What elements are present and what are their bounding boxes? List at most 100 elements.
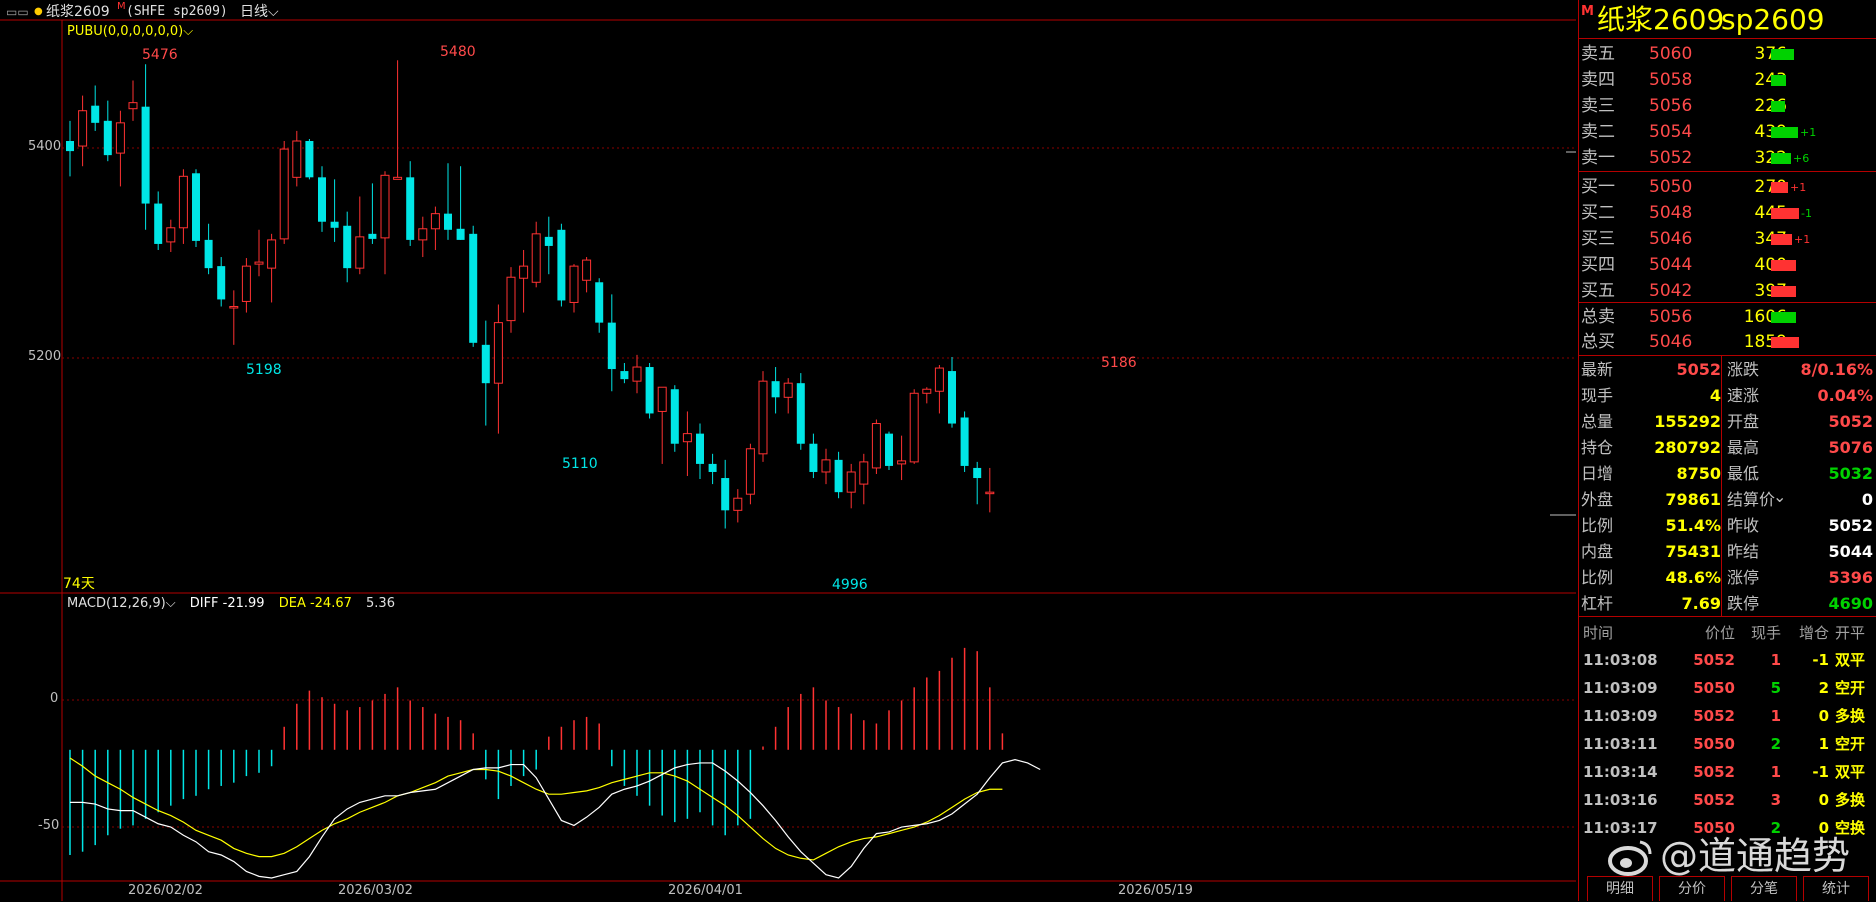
quote-value: 8750: [1676, 464, 1721, 483]
quote-value: 155292: [1654, 412, 1721, 431]
candle-body: [582, 259, 592, 281]
trade-zc: 2: [1818, 679, 1829, 697]
x-label: 2026/04/01: [668, 883, 743, 898]
candle: [141, 64, 150, 230]
candle-body: [154, 203, 163, 244]
candle: [380, 171, 390, 275]
trade-row: 11:03:11 5050 2 1 空开: [1579, 730, 1876, 758]
ask-row: 卖二5054439+1: [1579, 119, 1876, 145]
candle-body: [166, 227, 176, 243]
quote-value: 280792: [1654, 438, 1721, 457]
quote-label: 比例: [1581, 516, 1614, 535]
candle-body: [343, 225, 352, 269]
candle: [519, 249, 529, 313]
macd-group: [69, 647, 1041, 879]
bid-row: 买四5044400: [1579, 252, 1876, 278]
macd-value: 5.36: [366, 596, 395, 611]
macd-label: MACD(12,26,9): [67, 596, 166, 611]
period-dropdown[interactable]: 日线⌵: [240, 0, 279, 24]
ask-label: 卖二: [1581, 122, 1615, 142]
candle: [733, 489, 743, 523]
quote-label[interactable]: 结算价: [1727, 487, 1775, 513]
watermark: @道通趋势: [1608, 826, 1876, 886]
candle-body: [809, 443, 818, 472]
quote-label: 现手: [1581, 386, 1614, 405]
trade-price: 5052: [1693, 791, 1735, 809]
total-row: 总买 5046 1859: [1579, 329, 1876, 355]
ask-change: +1: [1800, 126, 1817, 139]
candle-body: [305, 141, 314, 178]
dea-line: [69, 757, 1003, 861]
ask-label: 卖一: [1581, 148, 1615, 168]
candle: [355, 196, 365, 275]
candle: [885, 431, 893, 470]
candle-body: [506, 276, 516, 322]
candle-body: [368, 233, 377, 239]
quote-value: 4: [1709, 386, 1721, 405]
candle: [582, 257, 592, 293]
candle: [846, 463, 856, 509]
quote-value: 7.69: [1681, 594, 1721, 613]
quote-value: 79861: [1665, 490, 1721, 509]
candle-body: [733, 497, 743, 511]
candle: [809, 433, 818, 479]
trade-qty: 1: [1770, 651, 1781, 669]
candle-body: [531, 233, 541, 283]
trade-time: 11:03:08: [1583, 651, 1658, 669]
trade-kp: 双平: [1835, 651, 1866, 669]
total-price: 5046: [1649, 332, 1693, 352]
indicator-dropdown[interactable]: PUBU(0,0,0,0,0,0)⌵: [67, 24, 193, 39]
trade-row: 11:03:09 5050 5 2 空开: [1579, 674, 1876, 702]
trade-price: 5052: [1693, 651, 1735, 669]
candle-body: [444, 213, 452, 230]
bid-row: 买二5048445-1: [1579, 200, 1876, 226]
candle: [696, 423, 704, 480]
bid-change: -1: [1801, 207, 1812, 220]
candle: [657, 386, 667, 464]
candle: [217, 257, 226, 307]
ask-label: 卖五: [1581, 44, 1615, 64]
candle: [708, 453, 717, 485]
instrument-name: 纸浆2609: [46, 4, 110, 20]
candle: [128, 80, 138, 121]
bid-volume-bar: [1771, 182, 1788, 193]
quote-label: 跌停: [1727, 594, 1760, 613]
quote-value: 0: [1861, 490, 1873, 509]
dot-icon: ●: [34, 6, 43, 17]
macd-dropdown[interactable]: MACD(12,26,9)⌵: [67, 596, 176, 611]
chart-area[interactable]: ▭▭ ● 纸浆2609 M (SHFE sp2609) 日线⌵ PUBU(0,0…: [0, 0, 1576, 901]
candle-body: [657, 386, 667, 412]
trade-kp: 双平: [1835, 763, 1866, 781]
bid-label: 买五: [1581, 281, 1615, 301]
candle-body: [229, 305, 239, 309]
y-label-5200: 5200: [28, 349, 62, 364]
trade-row: 11:03:16 5052 3 0 多换: [1579, 786, 1876, 814]
candle: [267, 233, 277, 303]
trade-row: 11:03:09 5052 1 0 多换: [1579, 702, 1876, 730]
trade-time: 11:03:09: [1583, 707, 1658, 725]
candle: [279, 141, 289, 244]
candle: [305, 138, 314, 180]
trade-zc: 1: [1818, 735, 1829, 753]
candle: [771, 367, 780, 414]
candle: [469, 225, 478, 347]
bid-label: 买一: [1581, 177, 1615, 197]
th-price: 价位: [1704, 624, 1735, 642]
trade-kp: 多换: [1835, 791, 1866, 809]
trade-zc: 0: [1818, 791, 1829, 809]
divider: [1579, 355, 1876, 356]
instrument-symbol: (SHFE sp2609): [126, 4, 228, 19]
quote-label: 昨收: [1727, 516, 1760, 535]
menu-icon[interactable]: ▭▭: [6, 0, 29, 24]
chart-header: ▭▭ ● 纸浆2609 M (SHFE sp2609) 日线⌵: [0, 0, 1576, 24]
quote-row: 持仓 280792 最高 5076: [1579, 435, 1876, 461]
quote-value: 5396: [1828, 568, 1873, 587]
candle-body: [330, 221, 339, 228]
trade-row: 11:03:14 5052 1 -1 双平: [1579, 758, 1876, 786]
candle-body: [557, 229, 566, 301]
candle-body: [909, 392, 919, 463]
divider: [1579, 171, 1876, 172]
dea-label: DEA -24.67: [278, 596, 352, 611]
bid-price: 5044: [1649, 255, 1693, 275]
kline-chart[interactable]: [0, 0, 1576, 901]
